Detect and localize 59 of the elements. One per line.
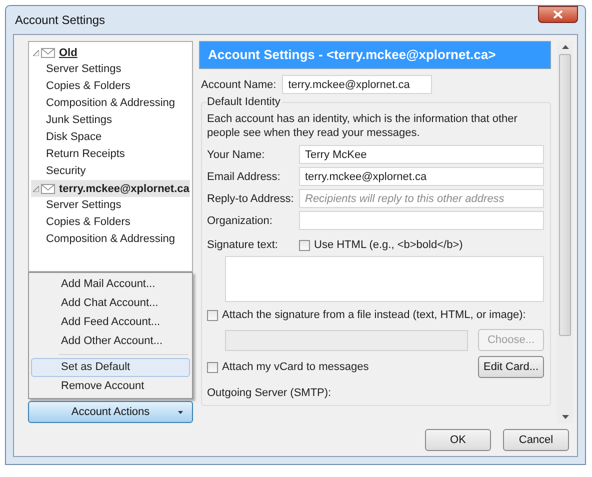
menu-item[interactable]: Add Other Account... xyxy=(31,332,190,351)
account-name: Old xyxy=(59,46,78,58)
close-icon xyxy=(553,10,563,19)
envelope-icon xyxy=(41,48,55,58)
input-field[interactable]: terry.mckee@xplornet.ca xyxy=(299,167,544,186)
tree-item[interactable]: Security xyxy=(31,163,190,180)
tree-item[interactable]: Junk Settings xyxy=(31,112,190,129)
edit-card-button[interactable]: Edit Card... xyxy=(478,356,544,378)
panel-header: Account Settings - <terry.mckee@xplornet.ca> xyxy=(199,41,551,69)
account-actions-button[interactable]: Account Actions xyxy=(28,401,193,423)
tree-item[interactable]: Server Settings xyxy=(31,61,190,78)
expand-icon[interactable] xyxy=(33,50,39,56)
description-text: Each account has an identity, which is the information that other people see when they read your messages. xyxy=(207,112,518,140)
dropdown-arrow-icon xyxy=(178,411,183,414)
section-label: Outgoing Server (SMTP): xyxy=(207,387,332,399)
tree-item[interactable]: Disk Space xyxy=(31,129,190,146)
expand-icon[interactable] xyxy=(33,186,39,192)
file-path-field[interactable] xyxy=(225,330,468,350)
scrollbar-thumb[interactable] xyxy=(559,54,571,336)
checkbox[interactable] xyxy=(299,240,310,250)
input-field[interactable]: Recipients will reply to this other address xyxy=(299,189,544,208)
input-field[interactable] xyxy=(299,211,544,230)
checkbox[interactable] xyxy=(207,310,218,320)
envelope-icon xyxy=(41,184,55,194)
account-row[interactable]: Old xyxy=(31,44,190,61)
tree-item[interactable]: Server Settings xyxy=(31,197,190,214)
menu-item[interactable]: Add Mail Account... xyxy=(31,275,190,294)
account-name-field[interactable]: terry.mckee@xplornet.ca xyxy=(282,75,432,94)
tree-item[interactable]: Composition & Addressing xyxy=(31,231,190,248)
tree-item[interactable]: Composition & Addressing xyxy=(31,95,190,112)
tree-item[interactable]: Return Receipts xyxy=(31,146,190,163)
tree-item[interactable]: Copies & Folders xyxy=(31,78,190,95)
menu-item[interactable]: Remove Account xyxy=(31,377,190,396)
dialog-button[interactable]: OK xyxy=(425,429,491,451)
scroll-down-icon[interactable] xyxy=(562,415,568,419)
checkbox-label: Use HTML (e.g., <b>bold</b>) xyxy=(314,239,463,251)
checkbox[interactable] xyxy=(207,362,218,372)
field-label: Email Address: xyxy=(207,170,282,182)
field-label: Account Name: xyxy=(201,78,276,90)
scrollbar[interactable] xyxy=(557,41,573,423)
signature-field[interactable] xyxy=(225,256,544,302)
close-button[interactable] xyxy=(538,6,578,23)
field-label: Signature text: xyxy=(207,239,279,251)
scroll-up-icon[interactable] xyxy=(562,45,568,49)
dialog-button[interactable]: Cancel xyxy=(503,429,569,451)
group-legend: Default Identity xyxy=(207,96,282,108)
menu-item[interactable]: Add Feed Account... xyxy=(31,313,190,332)
field-label: Organization: xyxy=(207,214,274,226)
field-label: Reply-to Address: xyxy=(207,192,295,204)
account-row[interactable]: terry.mckee@xplornet.ca xyxy=(31,180,190,197)
checkbox-label: Attach the signature from a file instead (text, HTML, or image): xyxy=(222,309,526,321)
window-title: Account Settings xyxy=(14,13,106,27)
account-name: terry.mckee@xplornet.ca xyxy=(59,182,190,194)
checkbox-label: Attach my vCard to messages xyxy=(222,361,370,373)
tree-item[interactable]: Copies & Folders xyxy=(31,214,190,231)
menu-item[interactable]: Add Chat Account... xyxy=(31,294,190,313)
input-field[interactable]: Terry McKee xyxy=(299,145,544,164)
menu-item[interactable]: Set as Default xyxy=(31,358,190,377)
field-label: Your Name: xyxy=(207,148,266,160)
